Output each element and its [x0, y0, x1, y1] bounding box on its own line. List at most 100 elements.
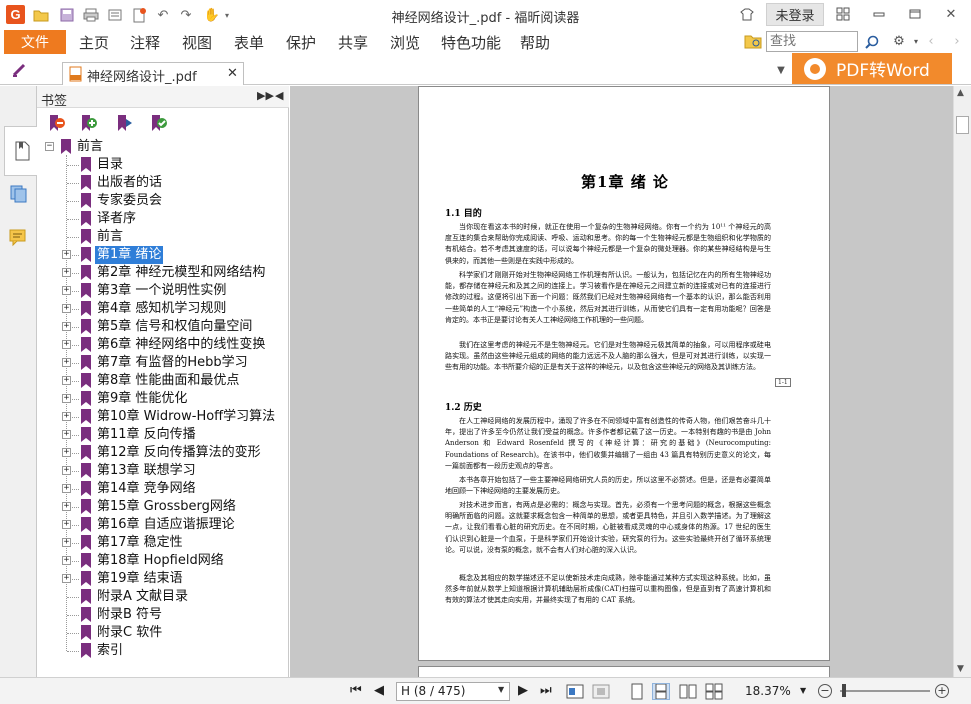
- thumbnail-switch-icon[interactable]: [10, 61, 28, 79]
- hand-tool-icon[interactable]: ✋: [203, 6, 221, 24]
- bookmark-item[interactable]: 目录: [37, 156, 289, 174]
- bookmark-item[interactable]: + 第17章 稳定性: [37, 534, 289, 552]
- expand-toggle-icon[interactable]: +: [62, 538, 71, 547]
- document-view[interactable]: 第1章 绪 论 1.1 目的 当你现在看这本书的时候，就正在使用一个复杂的生物神…: [290, 86, 953, 686]
- print-icon[interactable]: [82, 6, 100, 24]
- bookmark-item[interactable]: 索引: [37, 642, 289, 660]
- skin-icon[interactable]: [738, 5, 756, 23]
- continuous-facing-view-icon[interactable]: [705, 683, 723, 700]
- bookmark-item[interactable]: + 第18章 Hopfield网络: [37, 552, 289, 570]
- menu-form[interactable]: 表单: [234, 32, 264, 53]
- forward-arrow-icon[interactable]: ›: [948, 32, 966, 50]
- minimize-icon[interactable]: [870, 5, 888, 23]
- zoom-dropdown-icon[interactable]: ▼: [800, 686, 806, 695]
- zoom-in-icon[interactable]: +: [935, 684, 949, 698]
- bookmarks-panel-button[interactable]: [4, 126, 38, 176]
- bookmark-item[interactable]: 专家委员会: [37, 192, 289, 210]
- fit-page-icon[interactable]: [566, 683, 584, 700]
- page-number-field[interactable]: H (8 / 475): [396, 682, 510, 701]
- scroll-up-icon[interactable]: ▲: [957, 88, 964, 98]
- find-bookmark-icon[interactable]: [149, 113, 169, 133]
- properties-icon[interactable]: [106, 6, 124, 24]
- expand-toggle-icon[interactable]: +: [62, 250, 71, 259]
- bookmark-item[interactable]: + 第7章 有监督的Hebb学习: [37, 354, 289, 372]
- next-page-icon[interactable]: ▶: [518, 683, 528, 698]
- expand-toggle-icon[interactable]: +: [62, 394, 71, 403]
- expand-toggle-icon[interactable]: +: [62, 484, 71, 493]
- bookmark-item[interactable]: + 第16章 自适应谐振理论: [37, 516, 289, 534]
- continuous-view-button[interactable]: [652, 683, 670, 700]
- search-input[interactable]: [766, 31, 858, 52]
- bookmark-item[interactable]: + 第1章 绪论: [37, 246, 289, 264]
- expand-toggle-icon[interactable]: +: [62, 556, 71, 565]
- bookmark-item[interactable]: + 第12章 反向传播算法的变形: [37, 444, 289, 462]
- bookmark-item[interactable]: 附录C 软件: [37, 624, 289, 642]
- app-logo-icon[interactable]: G: [6, 5, 25, 24]
- vertical-scrollbar[interactable]: ▲ ▼: [953, 86, 971, 677]
- expand-toggle-icon[interactable]: +: [62, 286, 71, 295]
- expand-toggle-icon[interactable]: +: [62, 502, 71, 511]
- menu-view[interactable]: 视图: [182, 32, 212, 53]
- bookmark-item[interactable]: 译者序: [37, 210, 289, 228]
- expand-toggle-icon[interactable]: +: [62, 574, 71, 583]
- close-window-icon[interactable]: ✕: [942, 5, 960, 23]
- tab-list-dropdown-icon[interactable]: ▼: [772, 61, 790, 79]
- bookmark-item[interactable]: 前言: [37, 228, 289, 246]
- bookmark-item[interactable]: + 第15章 Grossberg网络: [37, 498, 289, 516]
- menu-share[interactable]: 共享: [338, 32, 368, 53]
- expand-toggle-icon[interactable]: +: [62, 376, 71, 385]
- menu-protect[interactable]: 保护: [286, 32, 316, 53]
- menu-features[interactable]: 特色功能: [441, 32, 501, 53]
- menu-browse[interactable]: 浏览: [390, 32, 420, 53]
- bookmark-root[interactable]: − 前言: [37, 138, 289, 156]
- restore-icon[interactable]: [906, 5, 924, 23]
- menu-home[interactable]: 主页: [79, 32, 109, 53]
- quick-access-dropdown-icon[interactable]: ▾: [222, 6, 232, 24]
- bookmark-item[interactable]: + 第2章 神经元模型和网络结构: [37, 264, 289, 282]
- zoom-slider[interactable]: [840, 690, 930, 692]
- expand-toggle-icon[interactable]: +: [62, 304, 71, 313]
- new-document-icon[interactable]: [130, 6, 148, 24]
- save-icon[interactable]: [58, 6, 76, 24]
- bookmark-item[interactable]: + 第8章 性能曲面和最优点: [37, 372, 289, 390]
- layout-icon[interactable]: [834, 5, 852, 23]
- open-folder-icon[interactable]: [32, 6, 50, 24]
- pages-panel-button[interactable]: [5, 180, 33, 208]
- back-arrow-icon[interactable]: ‹: [922, 32, 940, 50]
- expand-toggle-icon[interactable]: +: [62, 520, 71, 529]
- search-icon[interactable]: [860, 31, 884, 52]
- search-folder-icon[interactable]: [744, 33, 762, 49]
- panel-options-icon[interactable]: ▶▶: [257, 89, 274, 102]
- first-page-icon[interactable]: ⏮: [350, 683, 362, 698]
- last-page-icon[interactable]: ⏭: [540, 683, 552, 698]
- bookmark-item[interactable]: + 第3章 一个说明性实例: [37, 282, 289, 300]
- expand-bookmark-icon[interactable]: [115, 113, 135, 133]
- fit-width-icon[interactable]: [592, 683, 610, 700]
- single-page-view-icon[interactable]: [628, 683, 646, 700]
- bookmark-item[interactable]: + 第6章 神经网络中的线性变换: [37, 336, 289, 354]
- redo-icon[interactable]: ↷: [177, 6, 195, 24]
- delete-bookmark-icon[interactable]: [47, 113, 67, 133]
- zoom-level[interactable]: 18.37%: [745, 684, 791, 698]
- bookmark-item[interactable]: + 第9章 性能优化: [37, 390, 289, 408]
- bookmark-item[interactable]: + 第4章 感知机学习规则: [37, 300, 289, 318]
- expand-toggle-icon[interactable]: +: [62, 466, 71, 475]
- bookmark-item[interactable]: + 第13章 联想学习: [37, 462, 289, 480]
- pdf-to-word-button[interactable]: PDF转Word: [792, 53, 952, 84]
- zoom-out-icon[interactable]: −: [818, 684, 832, 698]
- collapse-panel-icon[interactable]: ◀: [275, 89, 283, 102]
- menu-comment[interactable]: 注释: [130, 32, 160, 53]
- expand-toggle-icon[interactable]: +: [62, 412, 71, 421]
- expand-toggle-icon[interactable]: +: [62, 448, 71, 457]
- expand-toggle-icon[interactable]: +: [62, 322, 71, 331]
- expand-toggle-icon[interactable]: +: [62, 430, 71, 439]
- bookmark-item[interactable]: 出版者的话: [37, 174, 289, 192]
- bookmark-item[interactable]: + 第5章 信号和权值向量空间: [37, 318, 289, 336]
- page-dropdown-icon[interactable]: ▼: [498, 685, 504, 694]
- previous-page-icon[interactable]: ◀: [374, 683, 384, 698]
- zoom-slider-thumb[interactable]: [842, 684, 846, 697]
- facing-view-icon[interactable]: [679, 683, 697, 700]
- collapse-toggle-icon[interactable]: −: [45, 142, 54, 151]
- close-tab-icon[interactable]: ✕: [227, 66, 238, 81]
- settings-gear-icon[interactable]: ⚙: [890, 32, 908, 50]
